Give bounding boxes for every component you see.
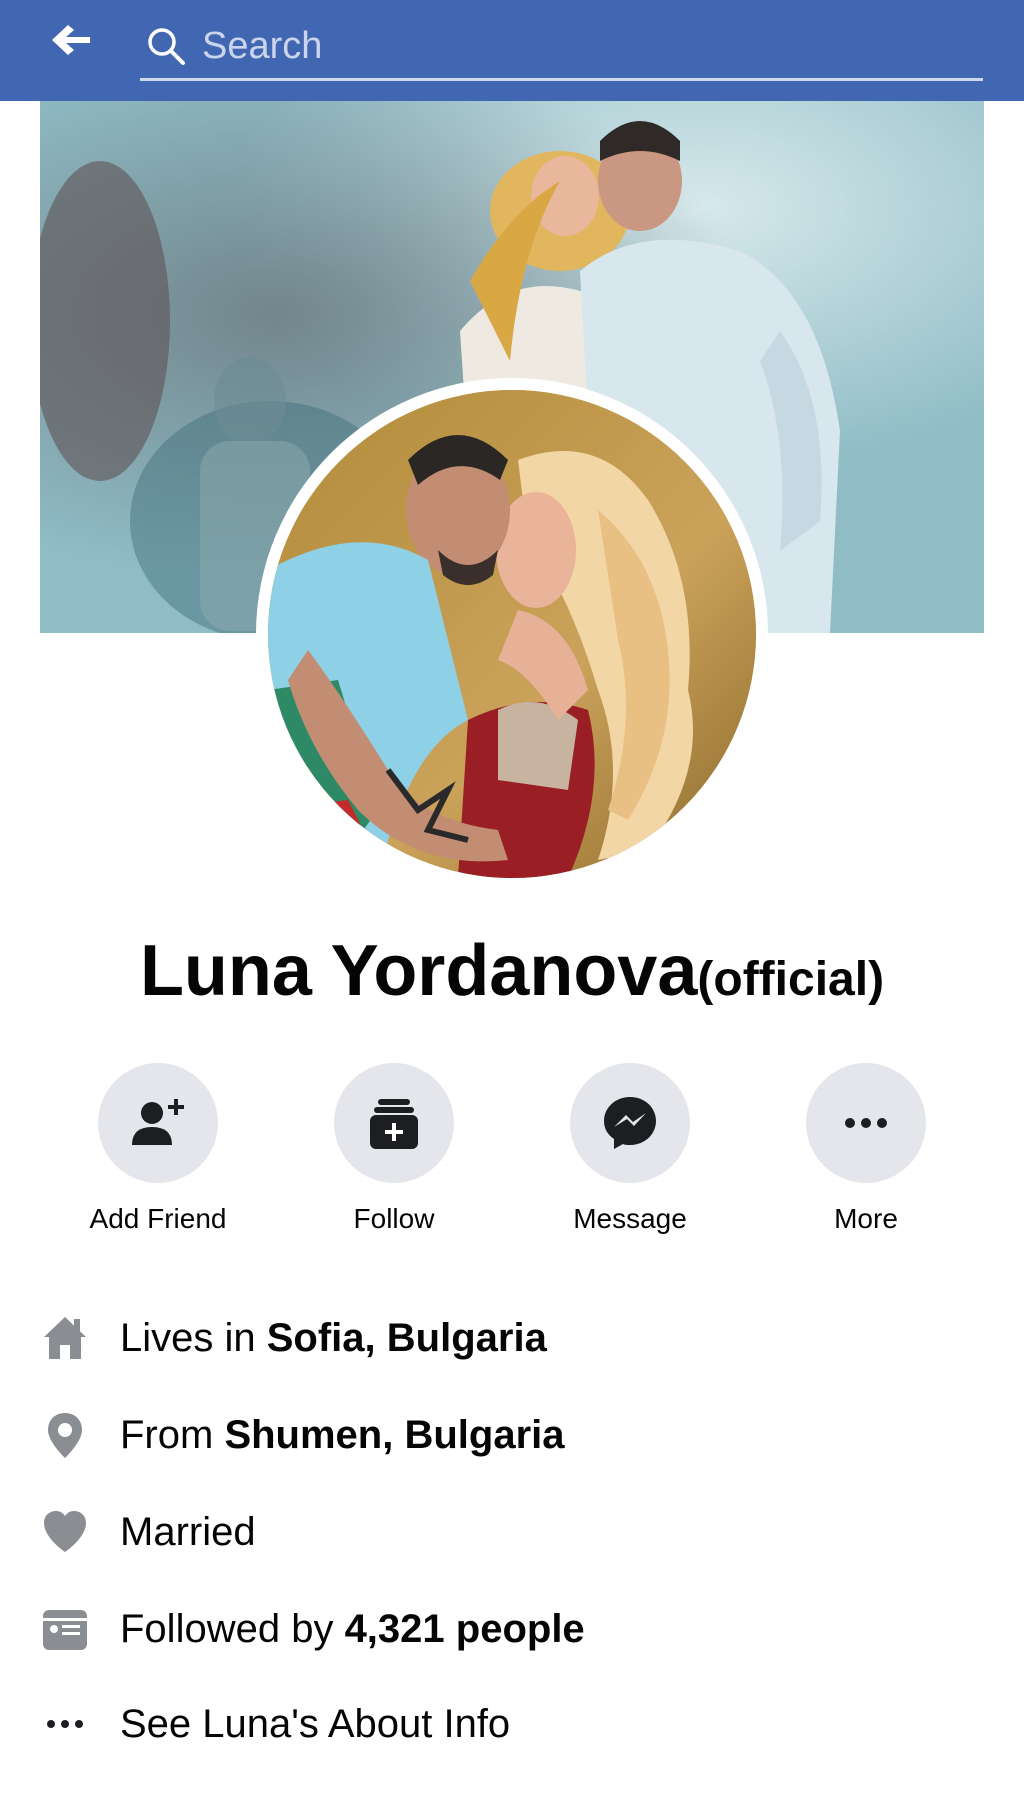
more-dots-icon (38, 1697, 92, 1751)
follow-button[interactable]: Follow (276, 1063, 512, 1235)
profile-photo[interactable] (268, 390, 756, 878)
profile-name: Luna Yordanova(official) (0, 930, 1024, 1012)
see-about-info-link[interactable]: See Luna's About Info (0, 1689, 1024, 1759)
message-label: Message (573, 1203, 687, 1234)
see-about-info-text: See Luna's About Info (120, 1701, 511, 1746)
info-lives-in: Lives in Sofia, Bulgaria (0, 1303, 1024, 1373)
follow-circle[interactable] (334, 1063, 454, 1183)
info-from-text: From Shumen, Bulgaria (120, 1413, 565, 1458)
search-input[interactable] (202, 18, 983, 74)
profile-name-suffix: (official) (697, 953, 885, 1006)
messenger-icon (604, 1097, 656, 1149)
home-icon (38, 1311, 92, 1365)
info-relationship-text: Married (120, 1509, 256, 1554)
add-friend-icon (132, 1099, 184, 1145)
search-icon (144, 24, 188, 68)
info-from-value[interactable]: Shumen, Bulgaria (224, 1413, 564, 1457)
location-pin-icon (38, 1408, 92, 1462)
search-bar[interactable] (140, 14, 983, 81)
profile-actions: Add Friend Follow Message More (0, 1063, 1024, 1243)
info-followers: Followed by 4,321 people (0, 1594, 1024, 1664)
more-label: More (834, 1203, 898, 1234)
info-lives-in-prefix: Lives in (120, 1315, 267, 1360)
add-friend-circle[interactable] (98, 1063, 218, 1183)
info-relationship: Married (0, 1497, 1024, 1567)
info-from-prefix: From (120, 1412, 225, 1457)
profile-photo-image (268, 390, 756, 878)
info-lives-in-value[interactable]: Sofia, Bulgaria (267, 1316, 547, 1360)
message-circle[interactable] (570, 1063, 690, 1183)
info-followers-prefix: Followed by (120, 1606, 345, 1651)
info-followers-value[interactable]: 4,321 people (345, 1607, 585, 1651)
profile-name-main: Luna Yordanova (139, 931, 698, 1011)
more-icon (845, 1118, 887, 1128)
top-navigation-bar (0, 0, 1024, 101)
back-arrow-icon (48, 22, 92, 63)
follow-label: Follow (353, 1203, 435, 1234)
message-button[interactable]: Message (512, 1063, 748, 1235)
followers-card-icon (38, 1602, 92, 1656)
more-circle[interactable] (806, 1063, 926, 1183)
add-friend-label: Add Friend (89, 1203, 227, 1234)
info-from: From Shumen, Bulgaria (0, 1400, 1024, 1470)
follow-icon (370, 1099, 418, 1149)
info-followers-text: Followed by 4,321 people (120, 1607, 585, 1652)
more-button[interactable]: More (748, 1063, 984, 1235)
add-friend-button[interactable]: Add Friend (40, 1063, 276, 1235)
back-button[interactable] (40, 18, 100, 66)
heart-icon (38, 1505, 92, 1559)
info-lives-in-text: Lives in Sofia, Bulgaria (120, 1316, 547, 1361)
